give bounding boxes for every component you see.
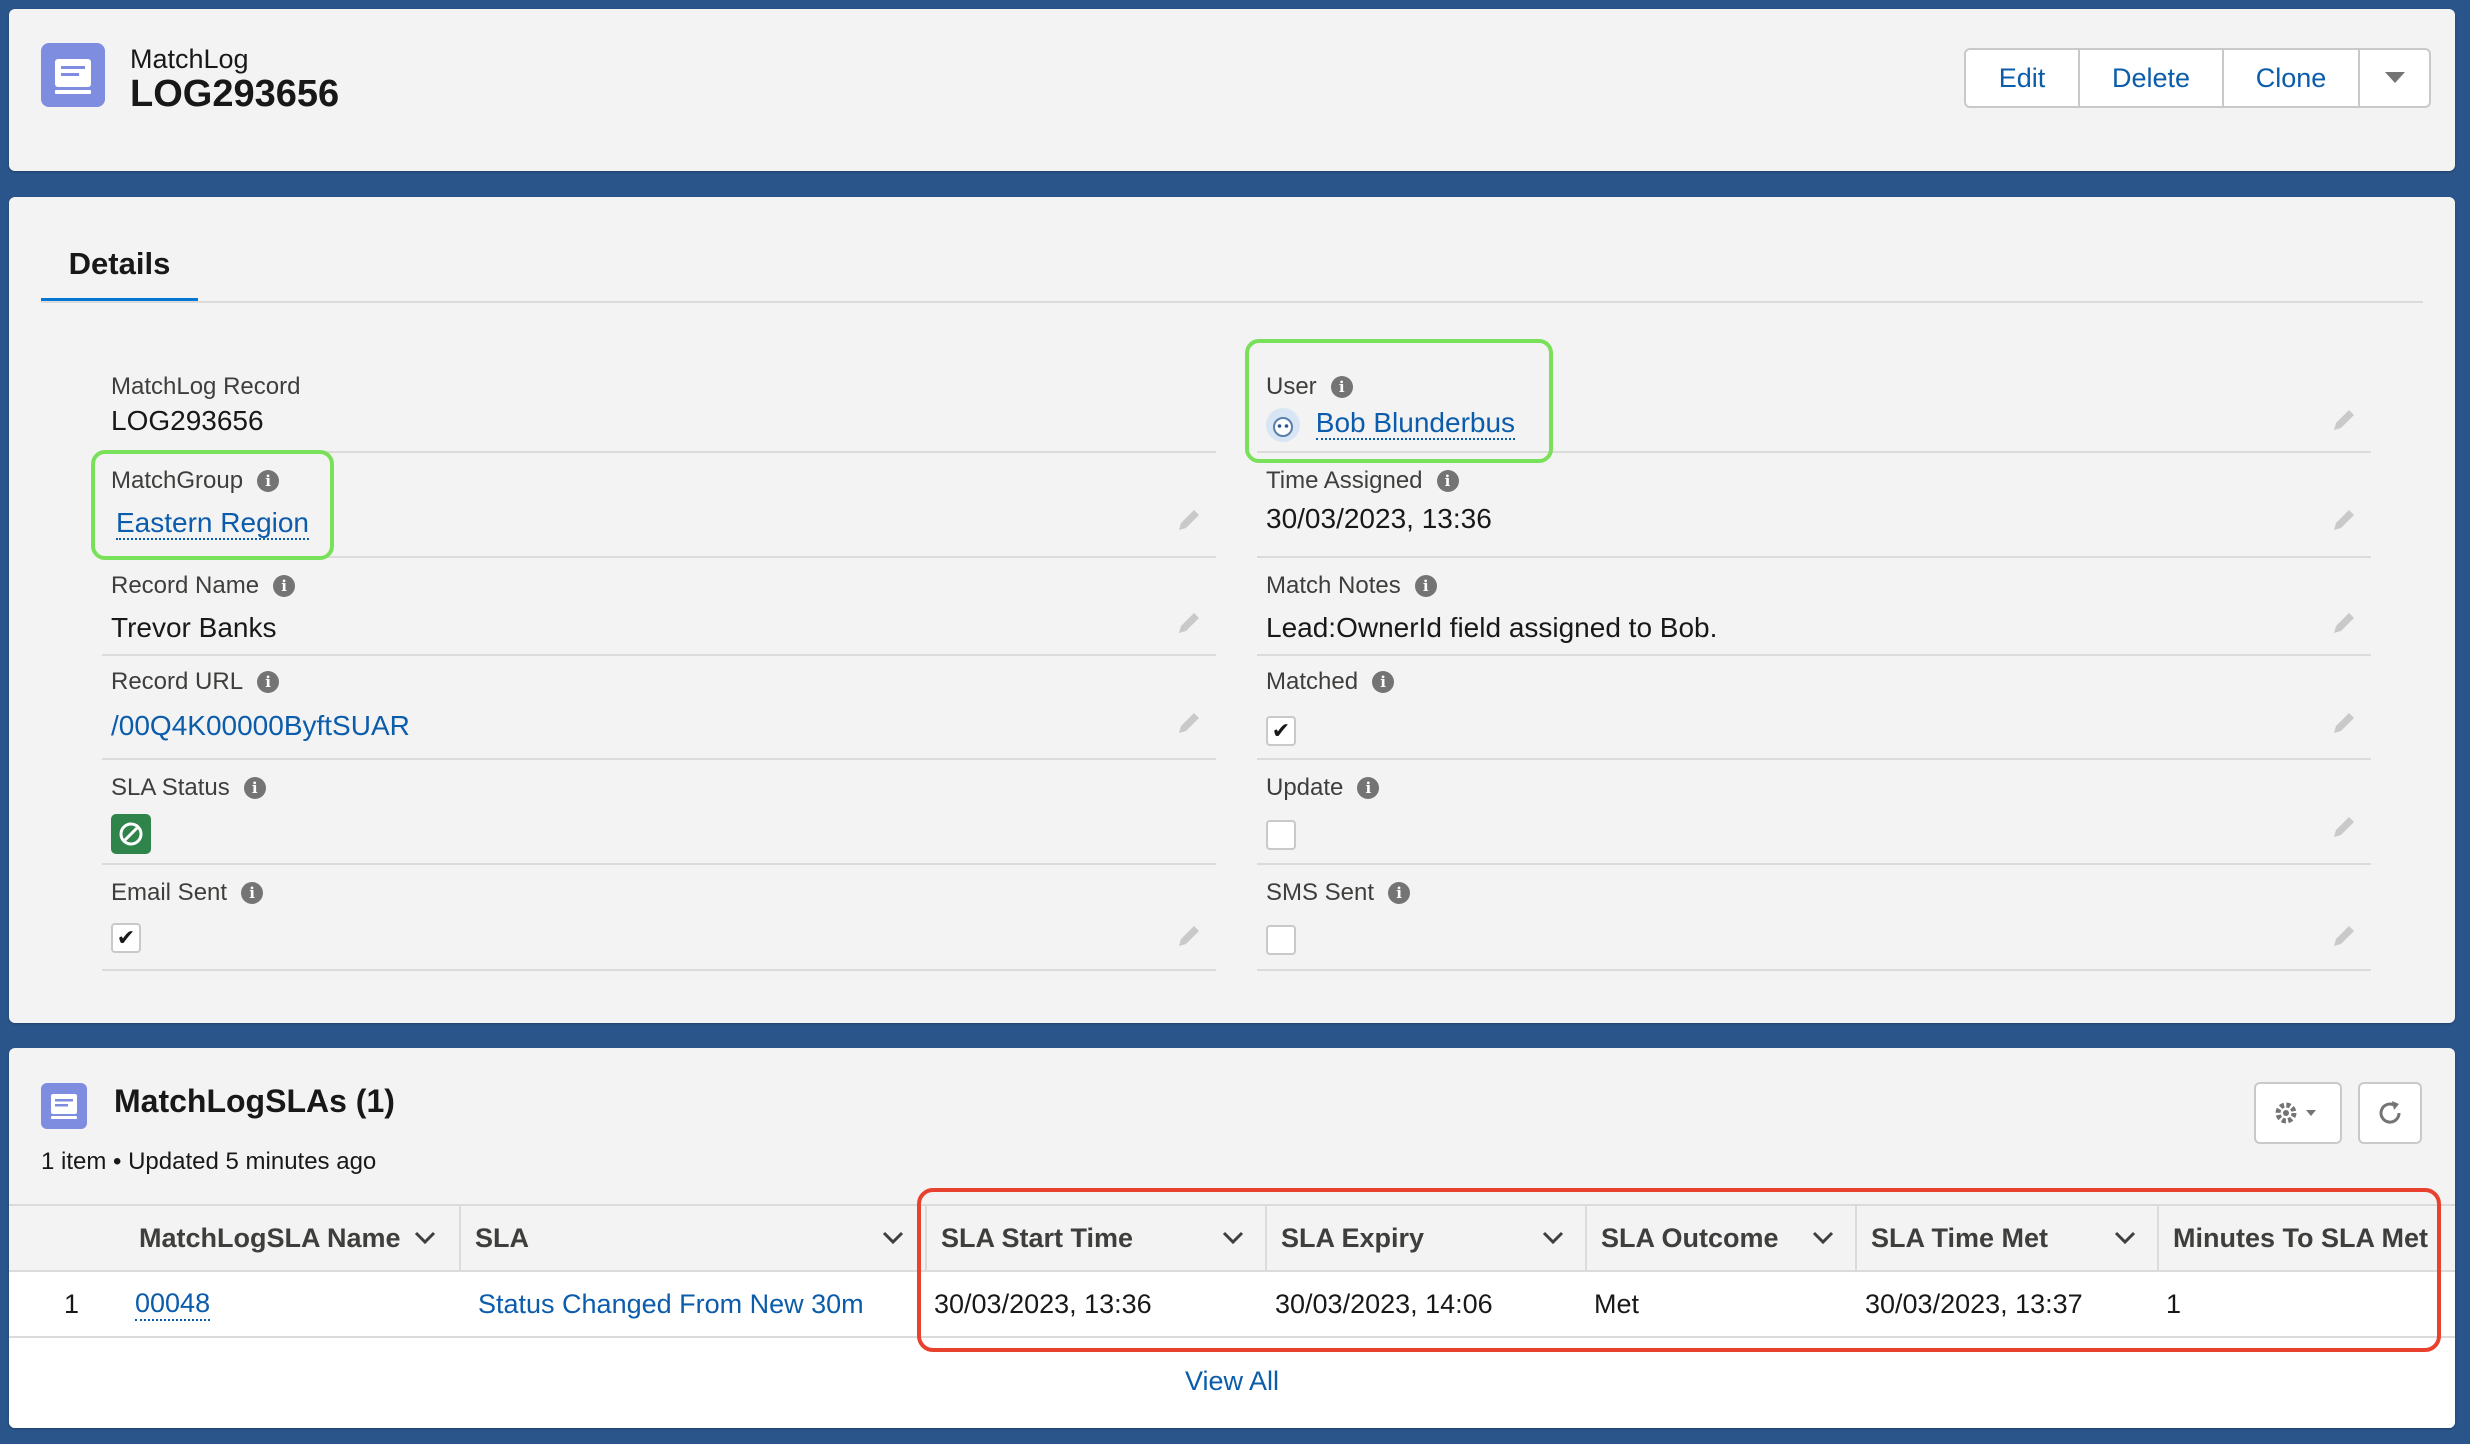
column-header-sla[interactable]: SLA [461, 1206, 925, 1270]
pencil-icon[interactable] [2329, 405, 2359, 435]
column-label: SLA [475, 1222, 529, 1253]
field-record-url: Record URL i /00Q4K00000ByftSUAR [102, 656, 1216, 760]
field-label-text: SLA Status [111, 774, 230, 801]
field-label: Record Name i [111, 572, 296, 600]
info-icon[interactable]: i [1357, 777, 1380, 799]
record-title: LOG293656 [130, 73, 340, 115]
field-label-text: Email Sent [111, 879, 228, 906]
field-label: Record URL i [111, 668, 280, 696]
field-sla-status: SLA Status i [102, 760, 1216, 865]
highlight-matchgroup [91, 450, 334, 560]
edit-button[interactable]: Edit [1966, 50, 2080, 106]
record-actions: Edit Delete Clone [1964, 48, 2431, 108]
refresh-icon [2379, 1101, 2401, 1124]
chevron-down-icon[interactable] [881, 1228, 905, 1248]
field-label: SLA Status i [111, 774, 266, 802]
field-label: Match Notes i [1266, 572, 1437, 600]
field-match-notes: Match Notes i Lead:OwnerId field assigne… [1257, 558, 2371, 656]
record-url-link[interactable]: /00Q4K00000ByftSUAR [111, 710, 410, 742]
info-icon[interactable]: i [1388, 882, 1411, 904]
field-time-assigned: Time Assigned i 30/03/2023, 13:36 [1257, 453, 2371, 558]
field-label-text: Update [1266, 774, 1344, 801]
info-icon[interactable]: i [243, 777, 266, 799]
info-icon[interactable]: i [1414, 575, 1437, 597]
chevron-down-icon [2384, 72, 2405, 83]
matched-checkbox: ✔ [1266, 716, 1296, 746]
refresh-button[interactable] [2358, 1082, 2422, 1144]
matchlog-object-icon [41, 43, 105, 107]
pencil-icon[interactable] [2329, 812, 2359, 842]
field-label: Time Assigned i [1266, 467, 1459, 495]
sla-link[interactable]: Status Changed From New 30m [478, 1272, 864, 1336]
field-value: Trevor Banks [111, 612, 277, 643]
info-icon[interactable]: i [241, 882, 264, 904]
field-label-text: Record URL [111, 668, 244, 695]
field-matched: Matched i ✔ [1257, 656, 2371, 760]
pencil-icon[interactable] [2329, 921, 2359, 951]
pencil-icon[interactable] [1174, 505, 1204, 535]
field-matchlog-record: MatchLog Record LOG293656 [102, 359, 1216, 453]
field-email-sent: Email Sent i ✔ [102, 865, 1216, 971]
info-icon[interactable]: i [1372, 671, 1395, 693]
matchlogsla-object-icon [41, 1083, 87, 1129]
pencil-icon[interactable] [2329, 608, 2359, 638]
sms-sent-checkbox [1266, 925, 1296, 955]
field-label-text: SMS Sent [1266, 879, 1375, 906]
related-list-title[interactable]: MatchLogSLAs (1) [114, 1083, 395, 1120]
column-header-name[interactable]: MatchLogSLA Name [125, 1206, 457, 1270]
pencil-icon[interactable] [2329, 505, 2359, 535]
pencil-icon[interactable] [2329, 708, 2359, 738]
info-icon[interactable]: i [273, 575, 296, 597]
tab-details[interactable]: Details [41, 235, 198, 303]
delete-button[interactable]: Delete [2080, 50, 2224, 106]
field-label: Matched i [1266, 668, 1395, 696]
field-label-text: Time Assigned [1266, 467, 1423, 494]
email-sent-checkbox: ✔ [111, 923, 141, 953]
field-label: Update i [1266, 774, 1380, 802]
column-label: MatchLogSLA Name [139, 1222, 401, 1253]
field-value: Lead:OwnerId field assigned to Bob. [1266, 612, 1718, 643]
details-panel: Details MatchLog Record LOG293656 MatchG… [9, 197, 2455, 1023]
field-label-text: Record Name [111, 572, 260, 599]
field-label-text: Match Notes [1266, 572, 1401, 599]
field-label-text: Matched [1266, 668, 1359, 695]
field-sms-sent: SMS Sent i [1257, 865, 2371, 971]
pencil-icon[interactable] [1174, 921, 1204, 951]
pencil-icon[interactable] [1174, 608, 1204, 638]
pencil-icon[interactable] [1174, 708, 1204, 738]
gear-icon [2275, 1102, 2316, 1124]
sla-status-icon [111, 814, 151, 854]
object-type-label: MatchLog [130, 44, 249, 74]
chevron-down-icon[interactable] [413, 1228, 437, 1248]
record-header: MatchLog LOG293656 Edit Delete Clone [9, 9, 2455, 171]
clone-button[interactable]: Clone [2224, 50, 2360, 106]
field-label: Email Sent i [111, 879, 264, 907]
field-record-name: Record Name i Trevor Banks [102, 558, 1216, 656]
list-settings-button[interactable] [2254, 1082, 2342, 1144]
row-number: 1 [64, 1288, 80, 1319]
highlight-user [1245, 339, 1553, 463]
field-label: SMS Sent i [1266, 879, 1411, 907]
info-icon[interactable]: i [1436, 470, 1459, 492]
update-checkbox [1266, 820, 1296, 850]
highlight-sla-columns [917, 1188, 2441, 1352]
field-update: Update i [1257, 760, 2371, 865]
matchlogsla-name-link[interactable]: 00048 [135, 1272, 211, 1336]
related-list-subtitle: 1 item • Updated 5 minutes ago [41, 1148, 377, 1175]
tab-divider [41, 301, 2423, 303]
field-label: MatchLog Record [111, 373, 301, 400]
matchlogsla-name-text[interactable]: 00048 [135, 1288, 211, 1321]
field-value: 30/03/2023, 13:36 [1266, 503, 1492, 534]
info-icon[interactable]: i [257, 671, 280, 693]
more-actions-button[interactable] [2360, 50, 2429, 106]
field-value: LOG293656 [111, 405, 264, 436]
